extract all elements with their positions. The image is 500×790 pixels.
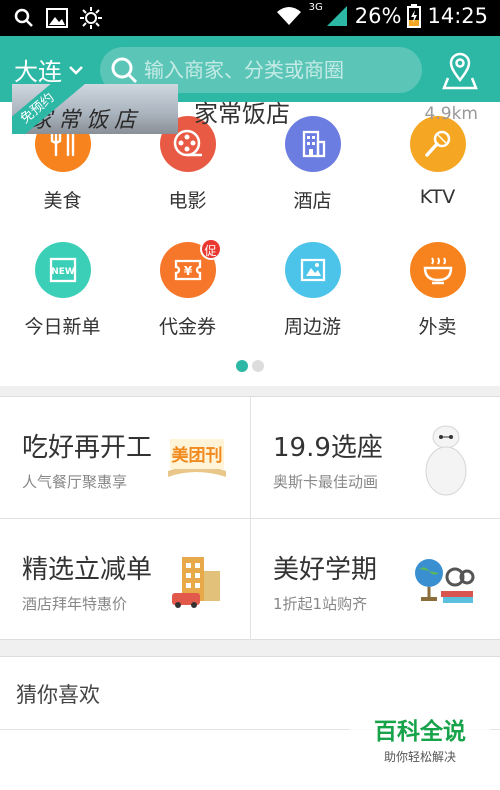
shop-thumbnail[interactable]: 家常饭店 免预约 [12,84,178,134]
search-icon [111,57,138,84]
signal-icon [326,6,347,26]
image-icon [46,8,68,28]
wifi-icon [276,7,301,25]
category-takeout[interactable]: 外卖 [375,242,500,339]
category-label: 电影 [168,190,207,212]
category-label: 外卖 [418,316,457,338]
city-selector[interactable]: 大连 [14,52,84,87]
svg-text:NEW: NEW [51,267,75,277]
globe-books-icon [415,559,475,603]
brightness-icon [80,7,102,29]
promo-tile-instant-discount[interactable]: 精选立减单 酒店拜年特惠价 [0,519,250,640]
magazine-title: 美团刊 [171,446,223,466]
city-label: 大连 [14,58,62,86]
promo-subtitle: 酒店拜年特惠价 [22,595,128,613]
page-dot-active [236,360,248,372]
category-label: 今日新单 [24,316,101,338]
promo-title: 精选立减单 [22,555,153,585]
watermark-subtitle: 助你轻松解决 [383,750,456,764]
category-ktv[interactable]: KTV [375,116,500,208]
promo-tile-eat-well[interactable]: 吃好再开工 人气餐厅聚惠享 美团刊 [0,397,250,518]
category-label: 酒店 [293,190,332,212]
map-button[interactable] [442,50,478,90]
microphone-icon [409,116,466,172]
shop-distance: 4.9km [424,104,478,124]
category-hotel[interactable]: 酒店 [250,116,375,213]
category-label: 美食 [43,190,82,212]
promo-title: 19.9选座 [273,433,383,463]
promo-tile-seat-selection[interactable]: 19.9选座 奥斯卡最佳动画 [251,397,500,518]
bowl-icon [409,242,466,298]
battery-icon [407,4,422,28]
watermark: 百科全说 助你轻松解决 [350,712,490,766]
promo-title: 吃好再开工 [22,433,153,463]
chevron-down-icon [69,65,83,75]
status-bar: 3G 26% 14:25 [0,0,500,36]
new-badge-icon: NEW [34,242,91,298]
network-type: 3G [308,1,323,13]
svg-text:¥: ¥ [183,264,192,278]
search-icon [14,8,33,27]
promo-badge: 促 [199,238,222,260]
category-label: 代金券 [158,316,216,338]
building-icon [284,116,341,172]
category-label: KTV [419,186,456,208]
promo-grid: 吃好再开工 人气餐厅聚惠享 美团刊 19.9选座 奥斯卡最佳动画 精选立减单 酒… [0,396,500,641]
ticket-icon [284,242,341,298]
shop-name[interactable]: 家常饭店 [194,94,290,129]
promo-subtitle: 人气餐厅聚惠享 [22,473,128,491]
search-input[interactable] [144,58,404,82]
promo-tile-school-term[interactable]: 美好学期 1折起1站购齐 [251,519,500,640]
category-new-deals[interactable]: NEW 今日新单 [0,242,125,339]
category-grid: 美食 电影 酒店 KTV NEW 今日新单 ¥ 促 代金券 周边游 外卖 [0,102,500,386]
battery-percent: 26% [354,4,402,28]
promo-subtitle: 奥斯卡最佳动画 [273,473,379,491]
watermark-title: 百科全说 [374,719,466,745]
location-pin-icon [442,52,478,90]
magazine-graphic: 美团刊 [166,431,228,479]
section-title: 猜你喜欢 [16,683,100,707]
category-voucher[interactable]: ¥ 促 代金券 [125,238,250,339]
robot-character-icon [425,425,467,496]
promo-subtitle: 1折起1站购齐 [273,595,368,613]
category-nearby-trips[interactable]: 周边游 [250,242,375,339]
category-label: 周边游 [283,316,341,338]
page-dot [252,360,264,372]
clock: 14:25 [427,4,488,28]
voucher-icon: ¥ 促 [159,238,222,298]
hotel-illustration-icon [172,557,220,608]
page-indicator [0,360,500,372]
promo-title: 美好学期 [273,555,378,585]
